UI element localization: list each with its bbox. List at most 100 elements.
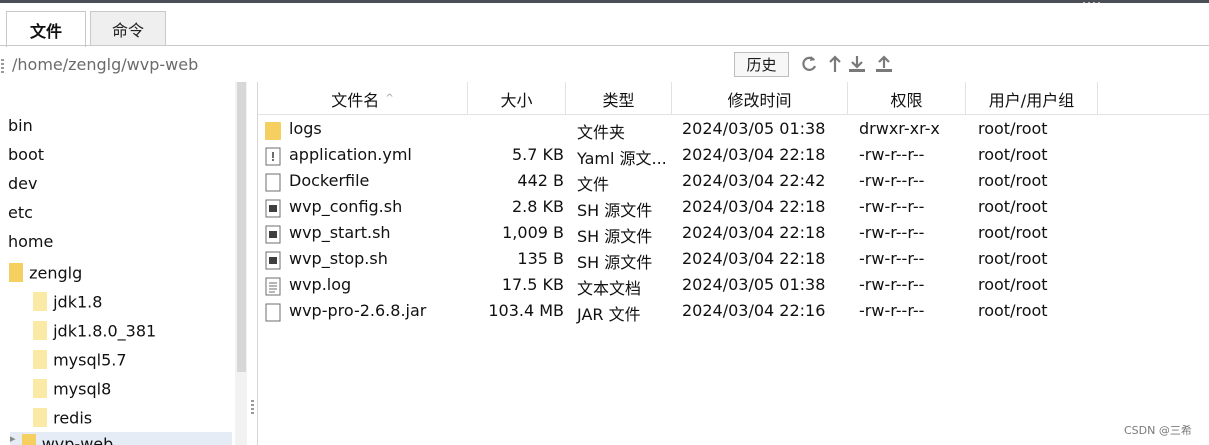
file-modified: 2024/03/04 22:18 [682,249,826,268]
file-modified: 2024/03/04 22:16 [682,301,826,320]
file-owner: root/root [978,301,1048,320]
script-file-icon [265,251,281,270]
file-permissions: -rw-r--r-- [859,145,925,164]
column-header-size[interactable]: 大小 [468,82,566,115]
file-type: 文件 [577,175,610,194]
tab-bar: 文件 命令 [0,3,1209,47]
file-size: 135 B [517,249,564,268]
file-row[interactable]: wvp-pro-2.6.8.jar 103.4 MB JAR 文件 2024/0… [258,299,1209,325]
file-modified: 2024/03/05 01:38 [682,275,826,294]
up-arrow-icon[interactable] [824,52,846,76]
tree-item-mysql5-7[interactable]: mysql5.7 [32,348,127,374]
file-row[interactable]: application.yml 5.7 KB Yaml 源文... 2024/0… [258,143,1209,169]
file-permissions: -rw-r--r-- [859,301,925,320]
file-permissions: -rw-r--r-- [859,275,925,294]
tree-item-jdk1-8[interactable]: jdk1.8 [32,290,102,316]
file-name: wvp_start.sh [289,223,391,242]
file-list-header: 文件名 ^ 大小 类型 修改时间 权限 用户/用户组 [258,82,1209,115]
file-type: SH 源文件 [577,227,653,246]
text-file-icon [265,277,281,296]
tree-item-boot[interactable]: boot [8,145,44,164]
file-type: SH 源文件 [577,253,653,272]
yaml-file-icon [265,147,281,166]
file-type: SH 源文件 [577,201,653,220]
file-row[interactable]: Dockerfile 442 B 文件 2024/03/04 22:42 -rw… [258,169,1209,195]
tree-item-jdk1-8-0-381[interactable]: jdk1.8.0_381 [32,319,156,345]
download-icon[interactable] [846,52,868,76]
history-button[interactable]: 历史 [734,52,789,77]
file-row[interactable]: wvp_start.sh 1,009 B SH 源文件 2024/03/04 2… [258,221,1209,247]
script-file-icon [265,199,281,218]
tree-scrollbar-thumb[interactable] [237,82,246,372]
file-owner: root/root [978,145,1048,164]
folder-icon [32,406,48,432]
column-header-type[interactable]: 类型 [566,82,672,115]
file-permissions: -rw-r--r-- [859,223,925,242]
tree-item-label: mysql5.7 [53,350,127,370]
tree-item-dev[interactable]: dev [8,174,37,193]
tree-item-bin[interactable]: bin [8,116,33,135]
panel-splitter[interactable] [248,82,257,445]
tree-item-zenglg[interactable]: zenglg [8,261,82,287]
column-label: 文件名 [331,90,380,110]
path-input[interactable] [12,51,712,77]
tree-item-redis[interactable]: redis [32,406,92,432]
file-name: Dockerfile [289,171,370,190]
column-header-permissions[interactable]: 权限 [848,82,966,115]
file-modified: 2024/03/05 01:38 [682,119,826,138]
file-name: wvp_config.sh [289,197,403,216]
watermark: CSDN @三希 [1124,424,1192,437]
file-modified: 2024/03/04 22:18 [682,145,826,164]
tree-item-label: jdk1.8.0_381 [53,321,157,341]
sftp-file-manager: 文件 命令 历史 bin boot dev etc home zenglg [0,0,1209,445]
folder-icon [32,290,48,316]
column-header-name[interactable]: 文件名 ^ [258,82,468,115]
tree-item-label: redis [53,408,93,428]
file-owner: root/root [978,171,1048,190]
file-type: JAR 文件 [577,305,641,324]
file-modified: 2024/03/04 22:18 [682,223,826,242]
file-row[interactable]: wvp_config.sh 2.8 KB SH 源文件 2024/03/04 2… [258,195,1209,221]
file-row[interactable]: logs 文件夹 2024/03/05 01:38 drwxr-xr-x roo… [258,117,1209,143]
folder-icon [32,377,48,403]
directory-tree: bin boot dev etc home zenglg jdk1.8 jdk1… [0,82,248,445]
file-modified: 2024/03/04 22:18 [682,197,826,216]
file-permissions: drwxr-xr-x [859,119,940,138]
tab-bar-divider [0,45,1209,46]
column-header-owner[interactable]: 用户/用户组 [966,82,1098,115]
file-owner: root/root [978,223,1048,242]
file-icon [265,173,281,192]
folder-icon [265,122,281,140]
file-owner: root/root [978,119,1048,138]
tab-commands[interactable]: 命令 [90,11,166,46]
file-row[interactable]: wvp_stop.sh 135 B SH 源文件 2024/03/04 22:1… [258,247,1209,273]
refresh-icon[interactable] [798,52,820,76]
tree-item-label: mysql8 [53,379,112,399]
file-name: application.yml [289,145,412,164]
upload-icon[interactable] [873,52,895,76]
tree-item-home[interactable]: home [8,232,53,251]
tree-item-etc[interactable]: etc [8,203,33,222]
path-bar: 历史 [0,47,1209,81]
tree-item-wvp-web[interactable]: ▸ wvp-web [10,432,232,445]
file-list: 文件名 ^ 大小 类型 修改时间 权限 用户/用户组 logs 文件夹 2024… [257,82,1209,445]
file-icon [265,303,281,322]
file-name: wvp.log [289,275,352,294]
folder-icon [32,348,48,374]
folder-icon [21,432,37,445]
file-name: logs [289,119,322,138]
file-type: 文件夹 [577,123,626,142]
file-permissions: -rw-r--r-- [859,249,925,268]
splitter-grip-icon[interactable] [251,400,254,414]
file-name: wvp_stop.sh [289,249,388,268]
tree-item-mysql8[interactable]: mysql8 [32,377,111,403]
file-size: 103.4 MB [488,301,564,320]
grip-icon [1,59,4,73]
file-size: 2.8 KB [512,197,564,216]
tab-files[interactable]: 文件 [6,11,86,47]
file-row[interactable]: wvp.log 17.5 KB 文本文档 2024/03/05 01:38 -r… [258,273,1209,299]
file-permissions: -rw-r--r-- [859,197,925,216]
file-modified: 2024/03/04 22:42 [682,171,826,190]
column-header-modified[interactable]: 修改时间 [672,82,848,115]
expand-arrow-icon[interactable]: ▸ [10,432,16,445]
